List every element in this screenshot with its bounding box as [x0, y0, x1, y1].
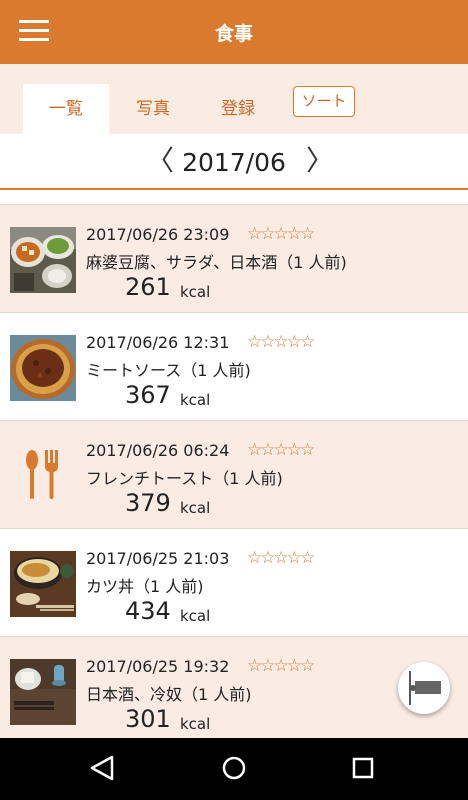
kcal-unit: kcal	[180, 607, 211, 625]
meal-photo	[10, 227, 76, 293]
tab-bar: 一覧 写真 登録	[0, 64, 468, 134]
kcal-unit: kcal	[180, 283, 211, 301]
system-nav-bar	[0, 738, 468, 800]
meal-row[interactable]: 2017/06/26 23:09 ☆☆☆☆☆ 麻婆豆腐、サラダ、日本酒（1 人前…	[0, 204, 468, 312]
meal-row[interactable]: 2017/06/25 21:03 ☆☆☆☆☆ カツ丼（1 人前) 434 kca…	[0, 528, 468, 636]
meal-photo	[10, 551, 76, 617]
flag-icon	[409, 671, 441, 705]
meal-kcal: 367	[125, 381, 171, 409]
kcal-unit: kcal	[180, 715, 211, 733]
meal-list[interactable]: 2017/06/26 23:09 ☆☆☆☆☆ 麻婆豆腐、サラダ、日本酒（1 人前…	[0, 196, 468, 738]
rating-stars[interactable]: ☆☆☆☆☆	[247, 440, 315, 460]
meal-name: カツ丼（1 人前)	[86, 577, 204, 596]
app-bar: 食事	[0, 0, 468, 64]
meal-kcal: 379	[125, 489, 171, 517]
meal-name: 麻婆豆腐、サラダ、日本酒（1 人前)	[86, 253, 347, 272]
rating-stars[interactable]: ☆☆☆☆☆	[247, 224, 315, 244]
meal-name: 日本酒、冷奴（1 人前)	[86, 685, 252, 704]
kcal-unit: kcal	[180, 391, 211, 409]
meal-kcal: 261	[125, 273, 171, 301]
meal-name: フレンチトースト（1 人前)	[86, 469, 283, 488]
meal-kcal: 301	[125, 705, 171, 733]
rating-stars[interactable]: ☆☆☆☆☆	[247, 656, 315, 676]
meal-row[interactable]: 2017/06/26 06:24 ☆☆☆☆☆ フレンチトースト（1 人前) 37…	[0, 420, 468, 528]
kcal-unit: kcal	[180, 499, 211, 517]
tab-photos[interactable]: 写真	[116, 84, 190, 134]
meal-time: 2017/06/26 23:09	[86, 225, 230, 244]
meal-photo	[10, 659, 76, 725]
cutlery-icon	[10, 443, 76, 509]
rating-stars[interactable]: ☆☆☆☆☆	[247, 332, 315, 352]
month-label: 2017/06	[182, 148, 286, 177]
meal-time: 2017/06/26 06:24	[86, 441, 230, 460]
tab-list[interactable]: 一覧	[23, 84, 109, 134]
meal-time: 2017/06/25 21:03	[86, 549, 230, 568]
back-icon[interactable]	[90, 755, 114, 781]
sort-button[interactable]: ソート	[293, 86, 355, 117]
tab-register[interactable]: 登録	[200, 84, 276, 134]
meal-name: ミートソース（1 人前)	[86, 361, 251, 380]
meal-time: 2017/06/26 12:31	[86, 333, 230, 352]
meal-time: 2017/06/25 19:32	[86, 657, 230, 676]
page-title: 食事	[214, 23, 253, 45]
meal-photo	[10, 335, 76, 401]
scroll-to-top-button[interactable]	[398, 662, 450, 714]
meal-row[interactable]: 2017/06/26 12:31 ☆☆☆☆☆ ミートソース（1 人前) 367 …	[0, 312, 468, 420]
recents-icon[interactable]	[352, 757, 374, 779]
home-icon[interactable]	[222, 756, 246, 780]
rating-stars[interactable]: ☆☆☆☆☆	[247, 548, 315, 568]
meal-kcal: 434	[125, 597, 171, 625]
